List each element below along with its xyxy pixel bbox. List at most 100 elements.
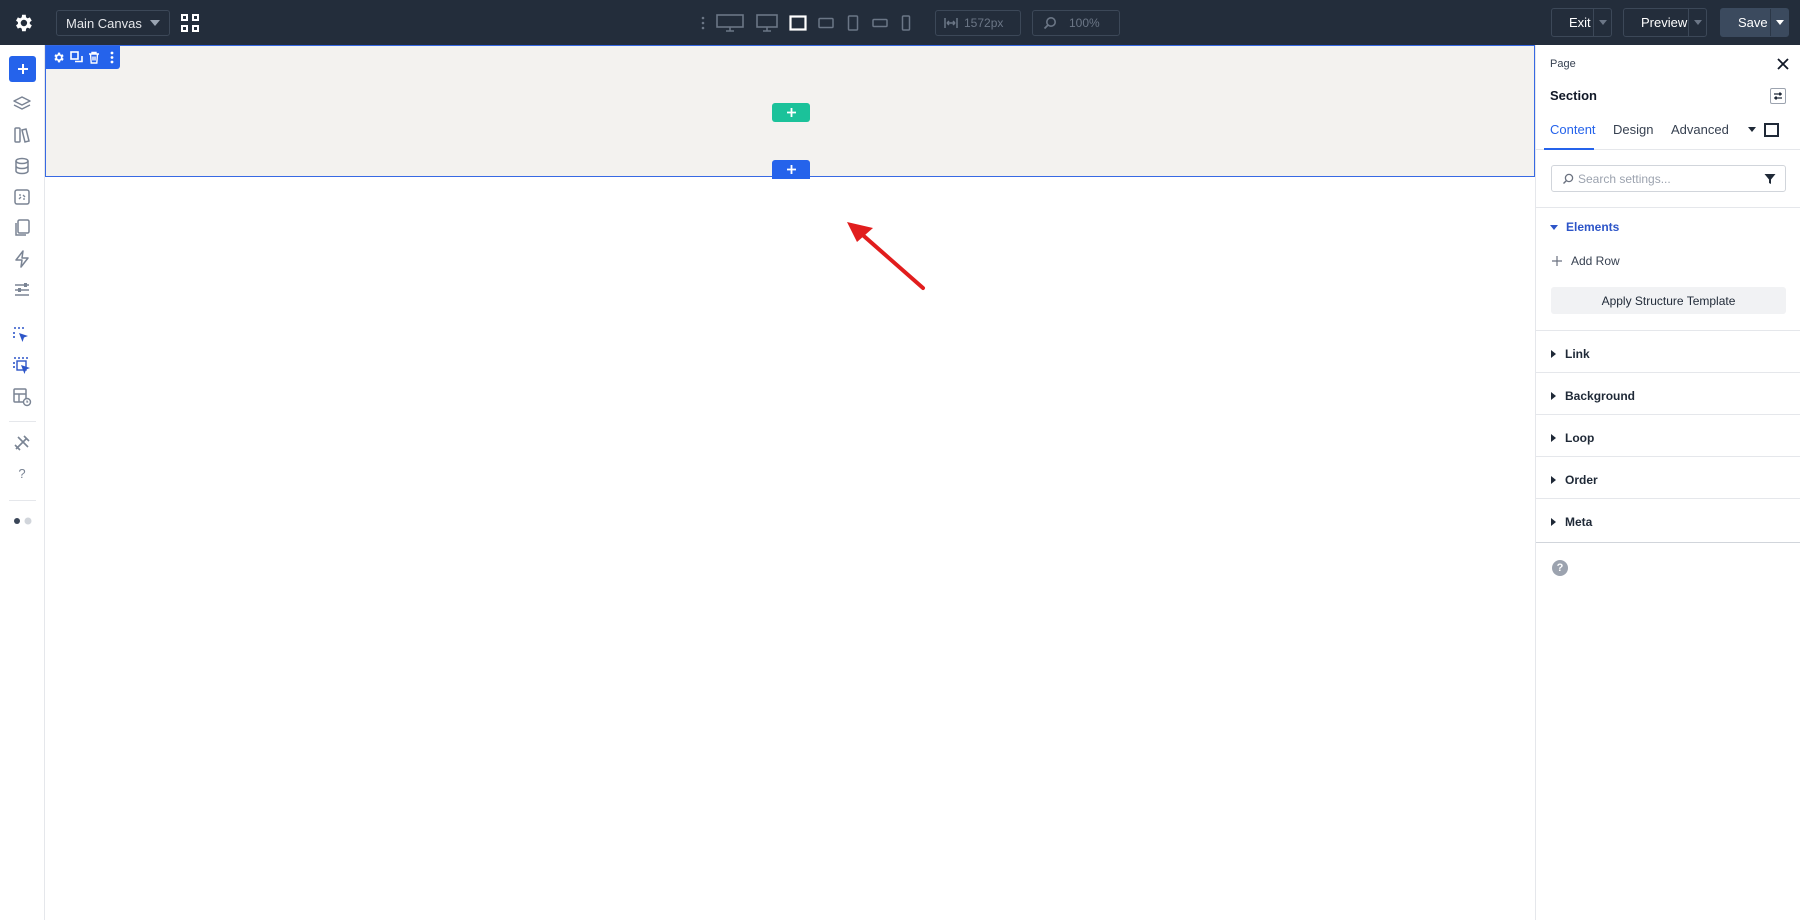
top-toolbar: Main Canvas 1572px 100% Exit Preview Sav… [0, 0, 1800, 45]
exit-dropdown-toggle[interactable] [1593, 9, 1611, 36]
help-circle-icon[interactable]: ? [1552, 560, 1568, 576]
tools-icon[interactable] [12, 433, 32, 453]
annotation-arrow [847, 222, 925, 290]
chevron-down-icon [1693, 20, 1702, 25]
filter-icon[interactable] [1764, 173, 1776, 185]
close-icon[interactable] [1776, 57, 1790, 71]
divider [1536, 456, 1800, 457]
bolt-icon[interactable] [12, 249, 32, 269]
divider [1536, 498, 1800, 499]
panel-title: Section [1550, 88, 1597, 103]
accordion-elements[interactable]: Elements [1550, 220, 1619, 234]
layers-icon[interactable] [12, 94, 32, 114]
plus-icon [1552, 256, 1562, 266]
states-box-icon[interactable] [1764, 123, 1779, 137]
tab-content[interactable]: Content [1544, 118, 1596, 150]
sidebar-divider [9, 421, 36, 422]
selected-section[interactable] [45, 45, 1535, 179]
component-icon[interactable] [12, 187, 32, 207]
add-row-label: Add Row [1571, 254, 1620, 268]
builder-canvas[interactable] [45, 45, 1535, 920]
mobile-portrait-icon[interactable] [894, 11, 918, 35]
multi-select-icon[interactable] [12, 356, 32, 376]
divider [1536, 207, 1800, 208]
exit-label: Exit [1569, 15, 1591, 30]
canvas-width-value: 1572px [964, 16, 1004, 30]
caret-right-icon [1551, 476, 1556, 484]
save-label: Save [1738, 15, 1768, 30]
divider [1536, 372, 1800, 373]
device-switcher [696, 11, 918, 35]
accordion-elements-label: Elements [1566, 220, 1620, 234]
panel-tabs: Content Design Advanced [1536, 118, 1800, 150]
caret-down-icon [1550, 224, 1558, 230]
divider [1536, 330, 1800, 331]
zoom-value: 100% [1069, 16, 1100, 30]
preview-dropdown-toggle[interactable] [1688, 9, 1706, 36]
more-vertical-icon[interactable] [696, 11, 710, 35]
add-row-button[interactable]: Add Row [1552, 254, 1620, 268]
gear-icon[interactable] [12, 12, 34, 34]
plus-icon [786, 165, 796, 174]
gear-icon[interactable] [51, 50, 67, 66]
tablet-portrait-icon[interactable] [840, 11, 866, 35]
desktop-icon[interactable] [750, 11, 784, 35]
accordion-loop-label: Loop [1565, 431, 1595, 445]
left-sidebar: ? [0, 45, 45, 920]
filters-icon[interactable] [12, 280, 32, 300]
accordion-link-label: Link [1565, 347, 1590, 361]
library-icon[interactable] [12, 125, 32, 145]
canvas-select[interactable]: Main Canvas [56, 10, 170, 36]
accordion-loop[interactable]: Loop [1550, 431, 1594, 445]
caret-right-icon [1551, 392, 1556, 400]
chevron-down-icon [1598, 20, 1607, 25]
zoom-icon [1043, 17, 1056, 30]
database-icon[interactable] [12, 156, 32, 176]
svg-text:?: ? [18, 466, 25, 481]
accordion-link[interactable]: Link [1550, 347, 1590, 361]
sidebar-divider [9, 500, 36, 501]
tab-design[interactable]: Design [1613, 118, 1653, 150]
accordion-meta[interactable]: Meta [1550, 515, 1592, 529]
accordion-background[interactable]: Background [1550, 389, 1635, 403]
help-icon[interactable]: ? [12, 463, 32, 483]
accordion-order[interactable]: Order [1550, 473, 1598, 487]
add-element-inside-button[interactable] [772, 103, 810, 122]
mobile-landscape-icon[interactable] [866, 11, 894, 35]
settings-panel: Page Section Content Design Advanced Sea… [1535, 45, 1800, 920]
more-vertical-icon[interactable] [104, 50, 120, 66]
chevron-down-icon [150, 20, 160, 26]
breadcrumb[interactable]: Page [1550, 58, 1576, 70]
chevron-down-icon[interactable] [1748, 127, 1756, 132]
exit-button[interactable]: Exit [1551, 8, 1612, 37]
divider [1536, 542, 1800, 543]
accordion-order-label: Order [1565, 473, 1598, 487]
apply-structure-template-button[interactable]: Apply Structure Template [1551, 287, 1786, 314]
search-icon [1563, 173, 1574, 184]
tab-advanced[interactable]: Advanced [1671, 118, 1729, 150]
save-button[interactable]: Save [1720, 8, 1789, 37]
grid-icon[interactable] [181, 14, 199, 32]
delete-icon[interactable] [87, 50, 103, 66]
preview-button[interactable]: Preview [1623, 8, 1707, 37]
duplicate-icon[interactable] [69, 50, 85, 66]
desktop-wide-icon[interactable] [710, 11, 750, 35]
tablet-landscape-icon[interactable] [812, 11, 840, 35]
canvas-width-field[interactable]: 1572px [935, 10, 1021, 36]
add-element-icon[interactable] [9, 56, 36, 82]
add-section-below-button[interactable] [772, 160, 810, 179]
laptop-icon[interactable] [784, 11, 812, 35]
save-dropdown-toggle[interactable] [1770, 9, 1788, 36]
template-history-icon[interactable] [12, 387, 32, 407]
select-icon[interactable] [12, 326, 32, 346]
zoom-field[interactable]: 100% [1032, 10, 1120, 36]
pages-icon[interactable] [12, 218, 32, 238]
accordion-background-label: Background [1565, 389, 1636, 403]
sliders-icon[interactable] [1770, 88, 1786, 104]
preview-label: Preview [1641, 15, 1688, 30]
search-settings-input[interactable]: Search settings... [1551, 165, 1786, 192]
caret-right-icon [1551, 434, 1556, 442]
divider [1536, 414, 1800, 415]
theme-toggle-icon[interactable] [12, 511, 32, 531]
chevron-down-icon [1775, 20, 1784, 25]
